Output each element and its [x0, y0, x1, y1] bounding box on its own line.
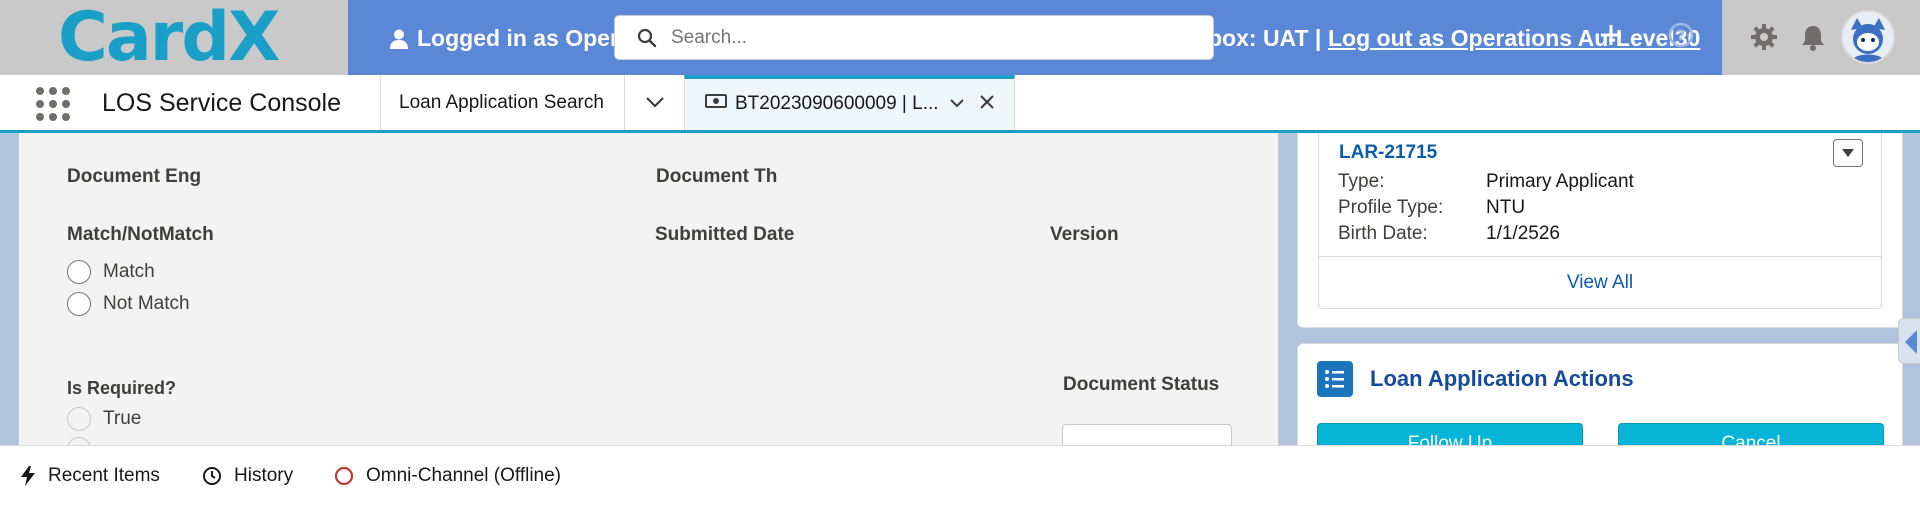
radio-label: Match — [103, 261, 155, 282]
radio-is-required-false — [67, 436, 91, 445]
radio-button[interactable] — [67, 260, 91, 284]
document-th-label: Document Th — [656, 166, 778, 187]
field-value: Primary Applicant — [1486, 171, 1634, 192]
utility-recent-items[interactable]: Recent Items — [20, 446, 160, 505]
workspace: Document Eng Document Th Match/NotMatch … — [0, 133, 1920, 445]
user-icon — [390, 29, 408, 49]
document-status-select[interactable] — [1062, 424, 1232, 445]
utility-omni-channel[interactable]: Omni-Channel (Offline) — [334, 446, 561, 505]
applicant-tile: LAR-21715 Type: Primary Applicant Profil… — [1318, 133, 1882, 309]
app-nav-bar: LOS Service Console Loan Application Sea… — [0, 75, 1920, 133]
utility-history[interactable]: History — [202, 446, 293, 505]
loan-application-actions-card: Loan Application Actions Follow Up Cance… — [1297, 343, 1903, 445]
tab-label: Loan Application Search — [399, 92, 604, 113]
field-key: Birth Date: — [1338, 223, 1428, 244]
document-status-label: Document Status — [1063, 374, 1220, 395]
header-utility-icons — [1722, 0, 1920, 75]
list-icon — [1317, 361, 1353, 397]
radio-not-match[interactable]: Not Match — [67, 291, 190, 317]
collapse-panel-handle[interactable] — [1898, 318, 1920, 364]
logo-area: CardX — [0, 0, 348, 75]
global-header: CardX Logged in as Opera box: UAT | Log … — [0, 0, 1920, 75]
bell-icon[interactable] — [1799, 23, 1827, 51]
clock-icon — [203, 467, 221, 485]
related-applicants-card: LAR-21715 Type: Primary Applicant Profil… — [1297, 133, 1903, 328]
brand-logo[interactable]: CardX — [58, 2, 280, 74]
radio-label: True — [103, 408, 142, 429]
radio-label: Not Match — [103, 293, 190, 314]
plus-icon[interactable] — [1598, 22, 1624, 48]
tab-loan-application-record[interactable]: BT2023090600009 | L... — [684, 75, 1015, 130]
global-search[interactable] — [614, 15, 1214, 60]
tab-loan-application-search[interactable]: Loan Application Search — [380, 75, 624, 130]
field-value: 1/1/2526 — [1486, 223, 1560, 244]
app-name: LOS Service Console — [102, 89, 342, 117]
record-link[interactable]: LAR-21715 — [1339, 142, 1437, 164]
view-all-footer: View All — [1319, 256, 1881, 308]
caret-down-icon — [1842, 149, 1854, 157]
app-launcher-icon[interactable] — [36, 87, 70, 121]
document-panel: Document Eng Document Th Match/NotMatch … — [18, 133, 1279, 445]
is-required-label: Is Required? — [67, 378, 177, 398]
tab-overflow-dropdown[interactable] — [624, 75, 684, 130]
logout-link[interactable]: Log out as Operations Au-Level30 — [1328, 0, 1700, 75]
radio-match[interactable]: Match — [67, 259, 155, 285]
search-icon — [637, 28, 657, 48]
radio-button — [67, 407, 91, 431]
avatar[interactable] — [1841, 10, 1895, 64]
search-input[interactable] — [671, 22, 1191, 54]
field-value: NTU — [1486, 197, 1526, 218]
tab-label: BT2023090600009 | L... — [735, 93, 939, 114]
utility-label: Omni-Channel (Offline) — [366, 465, 562, 486]
right-sidebar: LAR-21715 Type: Primary Applicant Profil… — [1297, 133, 1903, 445]
cancel-button[interactable]: Cancel — [1618, 423, 1884, 445]
follow-up-button[interactable]: Follow Up — [1317, 423, 1583, 445]
help-icon[interactable]: ? — [1668, 22, 1694, 48]
match-notmatch-label: Match/NotMatch — [67, 224, 214, 245]
radio-is-required-true: True — [67, 406, 141, 432]
logged-in-text: Logged in as Opera — [417, 25, 632, 51]
field-key: Profile Type: — [1338, 197, 1444, 218]
sandbox-text: box: UAT | — [1208, 25, 1322, 51]
document-eng-label: Document Eng — [67, 166, 202, 187]
radio-button[interactable] — [67, 292, 91, 316]
radio-button — [67, 437, 91, 445]
svg-text:?: ? — [1677, 28, 1685, 44]
utility-label: Recent Items — [48, 465, 160, 486]
utility-bar: Recent Items History Omni-Channel (Offli… — [0, 445, 1920, 505]
session-banner: Logged in as Opera box: UAT | Log out as… — [348, 0, 1722, 75]
actions-card-title: Loan Application Actions — [1370, 366, 1634, 391]
row-actions-menu[interactable] — [1833, 139, 1863, 167]
astro-avatar-icon — [1843, 12, 1893, 62]
money-icon — [705, 94, 727, 108]
submitted-date-label: Submitted Date — [655, 224, 795, 245]
lightning-icon — [21, 466, 35, 486]
version-label: Version — [1050, 224, 1119, 245]
chevron-down-icon — [646, 97, 664, 108]
close-icon[interactable] — [979, 94, 995, 110]
view-all-link[interactable]: View All — [1319, 257, 1881, 309]
offline-status-icon — [334, 466, 354, 486]
gear-icon[interactable] — [1750, 23, 1778, 51]
chevron-down-icon[interactable] — [949, 97, 965, 109]
field-key: Type: — [1338, 171, 1385, 192]
utility-label: History — [234, 465, 294, 486]
